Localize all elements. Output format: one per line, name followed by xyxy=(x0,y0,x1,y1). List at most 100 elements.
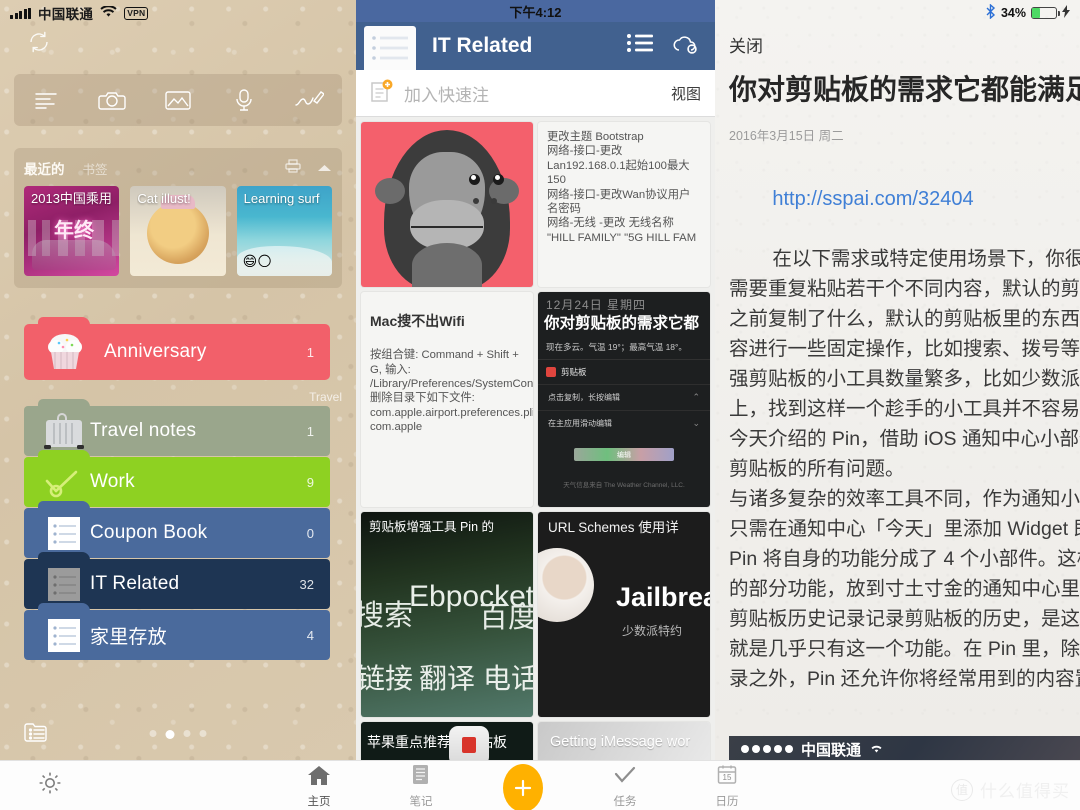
note-card-url-schemes[interactable]: URL Schemes 使用详 Jailbreak 少数派特约 xyxy=(538,512,710,717)
camera-icon[interactable] xyxy=(92,83,132,117)
chevron-up-icon[interactable] xyxy=(317,159,332,177)
mid-status-bar: 下午4:12 xyxy=(356,0,715,22)
note-card-pin-green[interactable]: 剪贴板增强工具 Pin 的 搜索 Ebpocket 百度 链接 翻译 电话 xyxy=(361,512,533,717)
recent-thumb-title: Learning surf xyxy=(243,191,320,206)
left-status-bar: 中国联通 VPN xyxy=(0,0,356,26)
widget-date: 12月24日 星期四 xyxy=(546,298,647,312)
notebook-item-work[interactable]: Work 9 xyxy=(24,450,330,507)
page-dots[interactable] xyxy=(149,730,207,739)
note-card-imessage[interactable]: Getting iMessage wor xyxy=(538,722,710,760)
notebook-count: 4 xyxy=(306,627,314,643)
source-link[interactable]: http://sspai.com/32404 xyxy=(772,188,973,210)
battery-icon xyxy=(1031,7,1060,19)
note-card-mac-wifi[interactable]: Mac搜不出Wifi 按组合键: Command + Shift + G, 输入… xyxy=(361,292,533,507)
tab-recent[interactable]: 最近的 xyxy=(24,158,65,178)
note-card-body: 按组合键: Command + Shift + G, 输入: /Library/… xyxy=(370,349,533,434)
notebook-list: Travel notes 1 Work 9 Coupon Book 0 IT R… xyxy=(0,399,356,660)
recent-thumb-emoji: 😄🌕 xyxy=(242,253,272,269)
pin-word-right: 百度 xyxy=(478,602,533,634)
page-title: 你对剪贴板的需求它都能满足 Pin xyxy=(729,74,1080,105)
recent-thumb[interactable]: 2013中国乘用 年终 xyxy=(24,186,120,276)
tab-tasks[interactable]: 任务 xyxy=(596,760,654,809)
wifi-icon xyxy=(869,741,884,758)
widget-app-name: 剪贴板 xyxy=(561,367,587,377)
note-card-gorilla[interactable] xyxy=(361,122,533,287)
tab-notes[interactable]: 笔记 xyxy=(392,760,450,809)
carrier-label: 中国联通 xyxy=(38,7,94,22)
quick-create-toolbar xyxy=(14,74,342,126)
notebook-name: 家里存放 xyxy=(90,626,167,648)
notebook-name: Coupon Book xyxy=(90,522,208,543)
notebook-name: Work xyxy=(90,471,135,492)
cloud-settings-icon[interactable] xyxy=(671,33,699,60)
view-button[interactable]: 视图 xyxy=(671,83,701,104)
notebook-item-travel-notes[interactable]: Travel notes 1 xyxy=(24,399,330,456)
text-note-icon[interactable] xyxy=(27,83,67,117)
note-card-title: Getting iMessage wor xyxy=(550,734,691,750)
note-card-router[interactable]: 更改主题 Bootstrap 网络-接口-更改 Lan192.168.0.1起始… xyxy=(538,122,710,287)
note-icon xyxy=(42,514,86,552)
recent-thumb-title: 2013中国乘用 xyxy=(31,191,112,206)
embedded-status-bar: 中国联通 01:5 xyxy=(729,736,1080,760)
microphone-icon[interactable] xyxy=(224,83,264,117)
note-card-title: 剪贴板增强工具 Pin 的 xyxy=(369,520,495,534)
sync-refresh-icon[interactable] xyxy=(26,29,52,60)
clock-icon xyxy=(42,463,86,501)
tab-bookmark[interactable]: 书签 xyxy=(83,159,108,178)
notebook-item-anniversary[interactable]: Anniversary 1 xyxy=(24,317,330,380)
widget-edit-button: 编辑 xyxy=(574,448,674,461)
recent-thumb[interactable]: Cat illust! xyxy=(130,186,226,276)
gear-icon[interactable] xyxy=(38,771,62,800)
widget-weather: 现在多云。气温 19°；最高气温 18°。 xyxy=(538,335,710,360)
recent-thumbnails: 2013中国乘用 年终 Cat illust! Learning surf 😄🌕 xyxy=(24,186,332,276)
notebook-icon xyxy=(364,26,416,70)
gorilla-illustration xyxy=(361,122,533,287)
tab-add[interactable] xyxy=(494,760,552,810)
print-icon[interactable] xyxy=(285,158,301,178)
tab-home[interactable]: 主页 xyxy=(290,760,348,809)
pin-widget-screenshot: 12月24日 星期四 你对剪贴板的需求它都 现在多云。气温 19°；最高气温 1… xyxy=(538,292,710,507)
pin-word-b3: 电话 xyxy=(482,663,533,694)
notebook-item-home-storage[interactable]: 家里存放 4 xyxy=(24,603,330,660)
close-button[interactable]: 关闭 xyxy=(715,26,1080,57)
app-icon xyxy=(449,726,489,760)
add-icon[interactable] xyxy=(503,763,543,810)
quick-note-bar[interactable]: 加入快速注 视图 xyxy=(356,70,715,117)
jailbreak-subhead: 少数派特约 xyxy=(622,624,683,638)
note-card-title: 你对剪贴板的需求它都 xyxy=(544,315,700,332)
three-panel-layout: 中国联通 VPN 最近的 书签 2013中国乘用 年终 Cat illust! … xyxy=(0,0,1080,760)
notebook-item-it-related[interactable]: IT Related 32 xyxy=(24,552,330,609)
photo-icon[interactable] xyxy=(158,83,198,117)
note-card-grid: 更改主题 Bootstrap 网络-接口-更改 Lan192.168.0.1起始… xyxy=(356,117,715,760)
note-card-title: Mac搜不出Wifi xyxy=(370,313,465,330)
tab-label: 任务 xyxy=(613,795,637,808)
bolt-icon xyxy=(1062,5,1070,21)
bottom-tab-bar: 主页 笔记 任务 15 日历 值 什么值得买 xyxy=(0,760,1080,810)
left-panel-footer xyxy=(0,708,356,760)
notebook-stack-icon[interactable] xyxy=(22,720,50,749)
notebook-item-coupon-book[interactable]: Coupon Book 0 xyxy=(24,501,330,558)
widget-row-2: 在主应用滑动编辑 xyxy=(548,419,612,428)
notebook-count: 1 xyxy=(306,344,314,360)
avatar xyxy=(538,548,594,622)
note-card-body: 更改主题 Bootstrap 网络-接口-更改 Lan192.168.0.1起始… xyxy=(547,131,697,244)
notes-icon xyxy=(410,764,432,791)
watermark-mark: 值 xyxy=(951,778,973,801)
tab-calendar[interactable]: 15 日历 xyxy=(698,760,756,809)
app-screen: 中国联通 VPN 最近的 书签 2013中国乘用 年终 Cat illust! … xyxy=(0,0,1080,810)
url-schemes-screenshot: URL Schemes 使用详 Jailbreak 少数派特约 xyxy=(538,512,710,717)
notebook-name: Anniversary xyxy=(104,341,207,362)
tab-label: 笔记 xyxy=(409,795,433,808)
middle-panel-note-list: 下午4:12 IT Related 加入快速注 视图 更改主题 Bootstra… xyxy=(356,0,715,760)
wifi-icon xyxy=(100,4,117,21)
chevron-up-icon: ⌃ xyxy=(692,392,700,402)
tab-items: 主页 笔记 任务 15 日历 xyxy=(290,760,756,810)
add-note-icon[interactable] xyxy=(370,79,394,108)
note-card-apple-clipboard[interactable]: 苹果重点推荐的剪贴板 xyxy=(361,722,533,760)
handwriting-icon[interactable] xyxy=(289,83,329,117)
list-view-icon[interactable] xyxy=(627,33,653,60)
clock-label: 下午4:12 xyxy=(509,4,562,20)
svg-text:15: 15 xyxy=(723,773,732,782)
note-card-pin-widget[interactable]: 12月24日 星期四 你对剪贴板的需求它都 现在多云。气温 19°；最高气温 1… xyxy=(538,292,710,507)
recent-thumb[interactable]: Learning surf 😄🌕 xyxy=(236,186,332,276)
